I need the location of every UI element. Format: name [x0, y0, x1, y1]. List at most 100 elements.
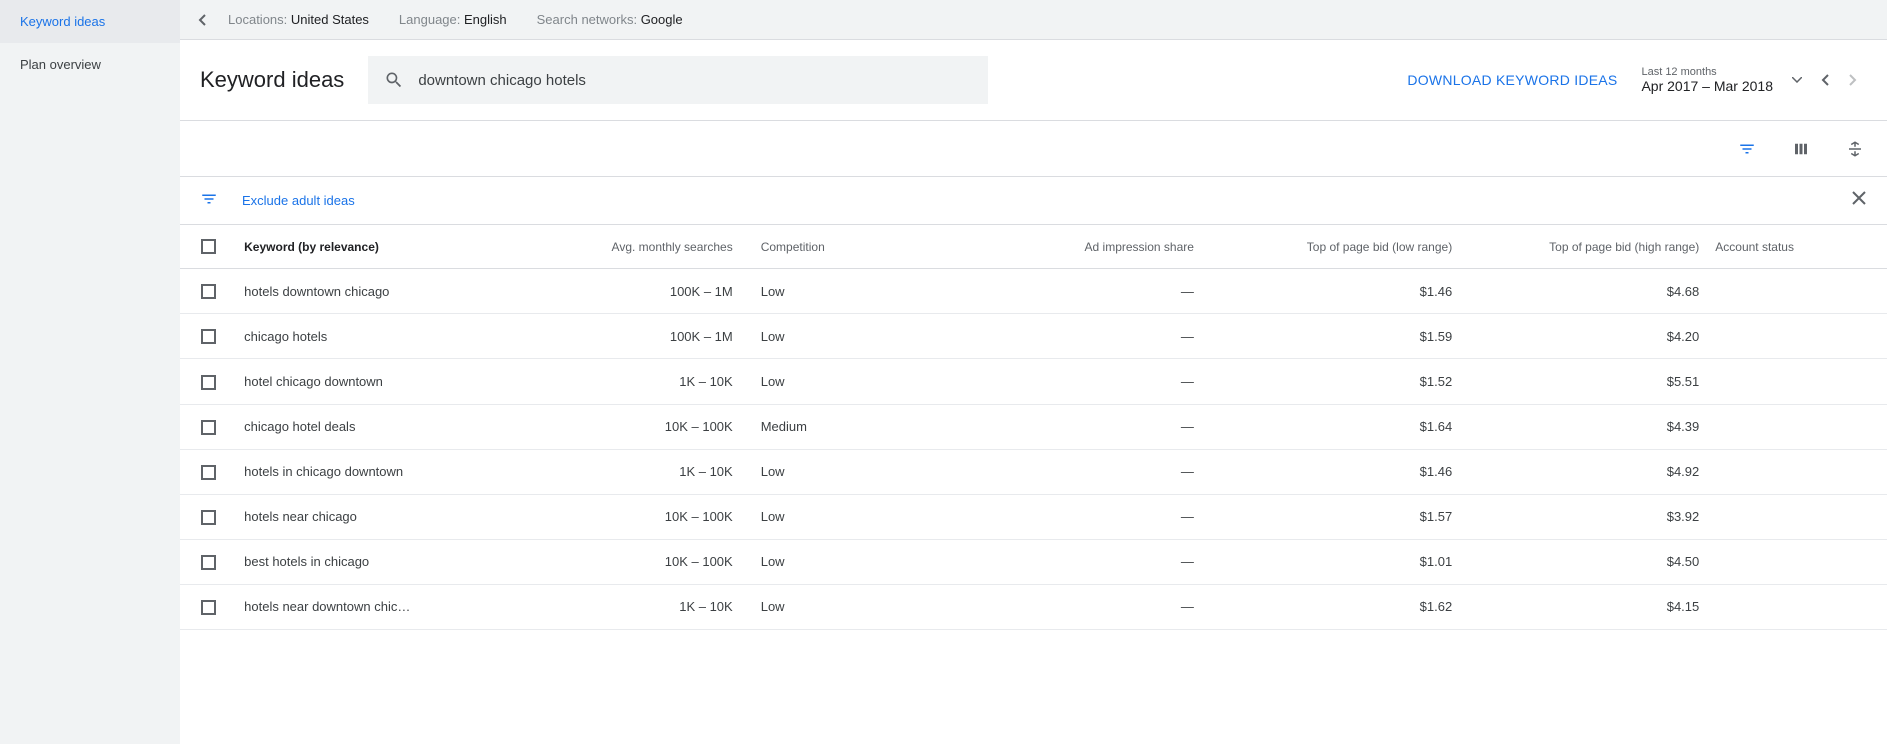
table-row: hotels near chicago10K – 100KLow—$1.57$3…	[180, 494, 1887, 539]
locations-label: Locations:	[228, 12, 291, 27]
col-header-competition[interactable]: Competition	[753, 225, 955, 269]
row-checkbox[interactable]	[201, 420, 216, 435]
download-keyword-ideas-button[interactable]: DOWNLOAD KEYWORD IDEAS	[1407, 72, 1617, 88]
row-checkbox[interactable]	[201, 510, 216, 525]
cell-impression: —	[955, 404, 1202, 449]
cell-lowbid: $1.46	[1202, 269, 1460, 314]
date-next-button[interactable]	[1839, 66, 1867, 94]
cell-status	[1707, 269, 1887, 314]
cell-status	[1707, 449, 1887, 494]
cell-status	[1707, 404, 1887, 449]
cell-highbid: $5.51	[1460, 359, 1707, 404]
keyword-search-box[interactable]	[368, 56, 988, 104]
cell-status	[1707, 314, 1887, 359]
search-icon	[384, 70, 404, 90]
table-row: best hotels in chicago10K – 100KLow—$1.0…	[180, 539, 1887, 584]
cell-keyword: hotel chicago downtown	[236, 359, 517, 404]
locations-value: United States	[291, 12, 369, 27]
sidebar-item-keyword-ideas[interactable]: Keyword ideas	[0, 0, 180, 43]
cell-competition: Low	[753, 584, 955, 629]
cell-keyword: hotels in chicago downtown	[236, 449, 517, 494]
language-value: English	[464, 12, 507, 27]
row-checkbox[interactable]	[201, 465, 216, 480]
cell-impression: —	[955, 314, 1202, 359]
cell-lowbid: $1.52	[1202, 359, 1460, 404]
table-row: chicago hotels100K – 1MLow—$1.59$4.20	[180, 314, 1887, 359]
filter-bar: Exclude adult ideas	[180, 177, 1887, 225]
cell-status	[1707, 359, 1887, 404]
date-range-value: Apr 2017 – Mar 2018	[1641, 78, 1773, 94]
col-header-keyword[interactable]: Keyword (by relevance)	[236, 225, 517, 269]
cell-impression: —	[955, 539, 1202, 584]
language-label: Language:	[399, 12, 464, 27]
cell-keyword: hotels downtown chicago	[236, 269, 517, 314]
cell-competition: Medium	[753, 404, 955, 449]
cell-searches: 100K – 1M	[517, 314, 753, 359]
cell-lowbid: $1.64	[1202, 404, 1460, 449]
exclude-adult-filter[interactable]: Exclude adult ideas	[242, 193, 355, 208]
sidebar: Keyword ideas Plan overview	[0, 0, 180, 744]
expand-icon[interactable]	[1843, 137, 1867, 161]
keyword-ideas-table: Keyword (by relevance) Avg. monthly sear…	[180, 225, 1887, 630]
row-checkbox[interactable]	[201, 284, 216, 299]
row-checkbox[interactable]	[201, 329, 216, 344]
table-row: hotel chicago downtown1K – 10KLow—$1.52$…	[180, 359, 1887, 404]
row-checkbox[interactable]	[201, 375, 216, 390]
funnel-icon	[200, 190, 218, 211]
language-setting[interactable]: Language: English	[399, 12, 507, 27]
cell-competition: Low	[753, 269, 955, 314]
cell-keyword: chicago hotels	[236, 314, 517, 359]
cell-competition: Low	[753, 359, 955, 404]
cell-searches: 10K – 100K	[517, 539, 753, 584]
cell-highbid: $4.20	[1460, 314, 1707, 359]
networks-value: Google	[641, 12, 683, 27]
columns-icon[interactable]	[1789, 137, 1813, 161]
table-row: hotels downtown chicago100K – 1MLow—$1.4…	[180, 269, 1887, 314]
cell-searches: 100K – 1M	[517, 269, 753, 314]
cell-impression: —	[955, 359, 1202, 404]
cell-highbid: $3.92	[1460, 494, 1707, 539]
cell-competition: Low	[753, 494, 955, 539]
dropdown-icon[interactable]	[1783, 66, 1811, 94]
header: Keyword ideas DOWNLOAD KEYWORD IDEAS Las…	[180, 40, 1887, 121]
search-input[interactable]	[418, 72, 972, 89]
close-filter-button[interactable]	[1851, 190, 1867, 211]
col-header-status[interactable]: Account status	[1707, 225, 1887, 269]
networks-label: Search networks:	[537, 12, 641, 27]
date-range-label: Last 12 months	[1641, 66, 1773, 78]
table-row: hotels in chicago downtown1K – 10KLow—$1…	[180, 449, 1887, 494]
cell-impression: —	[955, 269, 1202, 314]
cell-status	[1707, 584, 1887, 629]
cell-status	[1707, 539, 1887, 584]
date-prev-button[interactable]	[1811, 66, 1839, 94]
col-header-impression[interactable]: Ad impression share	[955, 225, 1202, 269]
select-all-checkbox[interactable]	[201, 239, 216, 254]
table-row: chicago hotel deals10K – 100KMedium—$1.6…	[180, 404, 1887, 449]
cell-impression: —	[955, 584, 1202, 629]
table-row: hotels near downtown chic…1K – 10KLow—$1…	[180, 584, 1887, 629]
cell-highbid: $4.15	[1460, 584, 1707, 629]
cell-searches: 1K – 10K	[517, 584, 753, 629]
cell-competition: Low	[753, 449, 955, 494]
cell-lowbid: $1.46	[1202, 449, 1460, 494]
col-header-searches[interactable]: Avg. monthly searches	[517, 225, 753, 269]
networks-setting[interactable]: Search networks: Google	[537, 12, 683, 27]
collapse-sidebar-button[interactable]	[190, 8, 214, 32]
cell-competition: Low	[753, 539, 955, 584]
row-checkbox[interactable]	[201, 600, 216, 615]
cell-lowbid: $1.59	[1202, 314, 1460, 359]
cell-keyword: best hotels in chicago	[236, 539, 517, 584]
page-title: Keyword ideas	[200, 67, 344, 93]
date-range-picker[interactable]: Last 12 months Apr 2017 – Mar 2018	[1641, 66, 1867, 94]
col-header-lowbid[interactable]: Top of page bid (low range)	[1202, 225, 1460, 269]
filter-icon[interactable]	[1735, 137, 1759, 161]
locations-setting[interactable]: Locations: United States	[228, 12, 369, 27]
col-header-highbid[interactable]: Top of page bid (high range)	[1460, 225, 1707, 269]
cell-impression: —	[955, 494, 1202, 539]
row-checkbox[interactable]	[201, 555, 216, 570]
cell-highbid: $4.68	[1460, 269, 1707, 314]
cell-searches: 10K – 100K	[517, 494, 753, 539]
sidebar-item-plan-overview[interactable]: Plan overview	[0, 43, 180, 86]
cell-searches: 1K – 10K	[517, 449, 753, 494]
cell-keyword: hotels near downtown chic…	[236, 584, 517, 629]
